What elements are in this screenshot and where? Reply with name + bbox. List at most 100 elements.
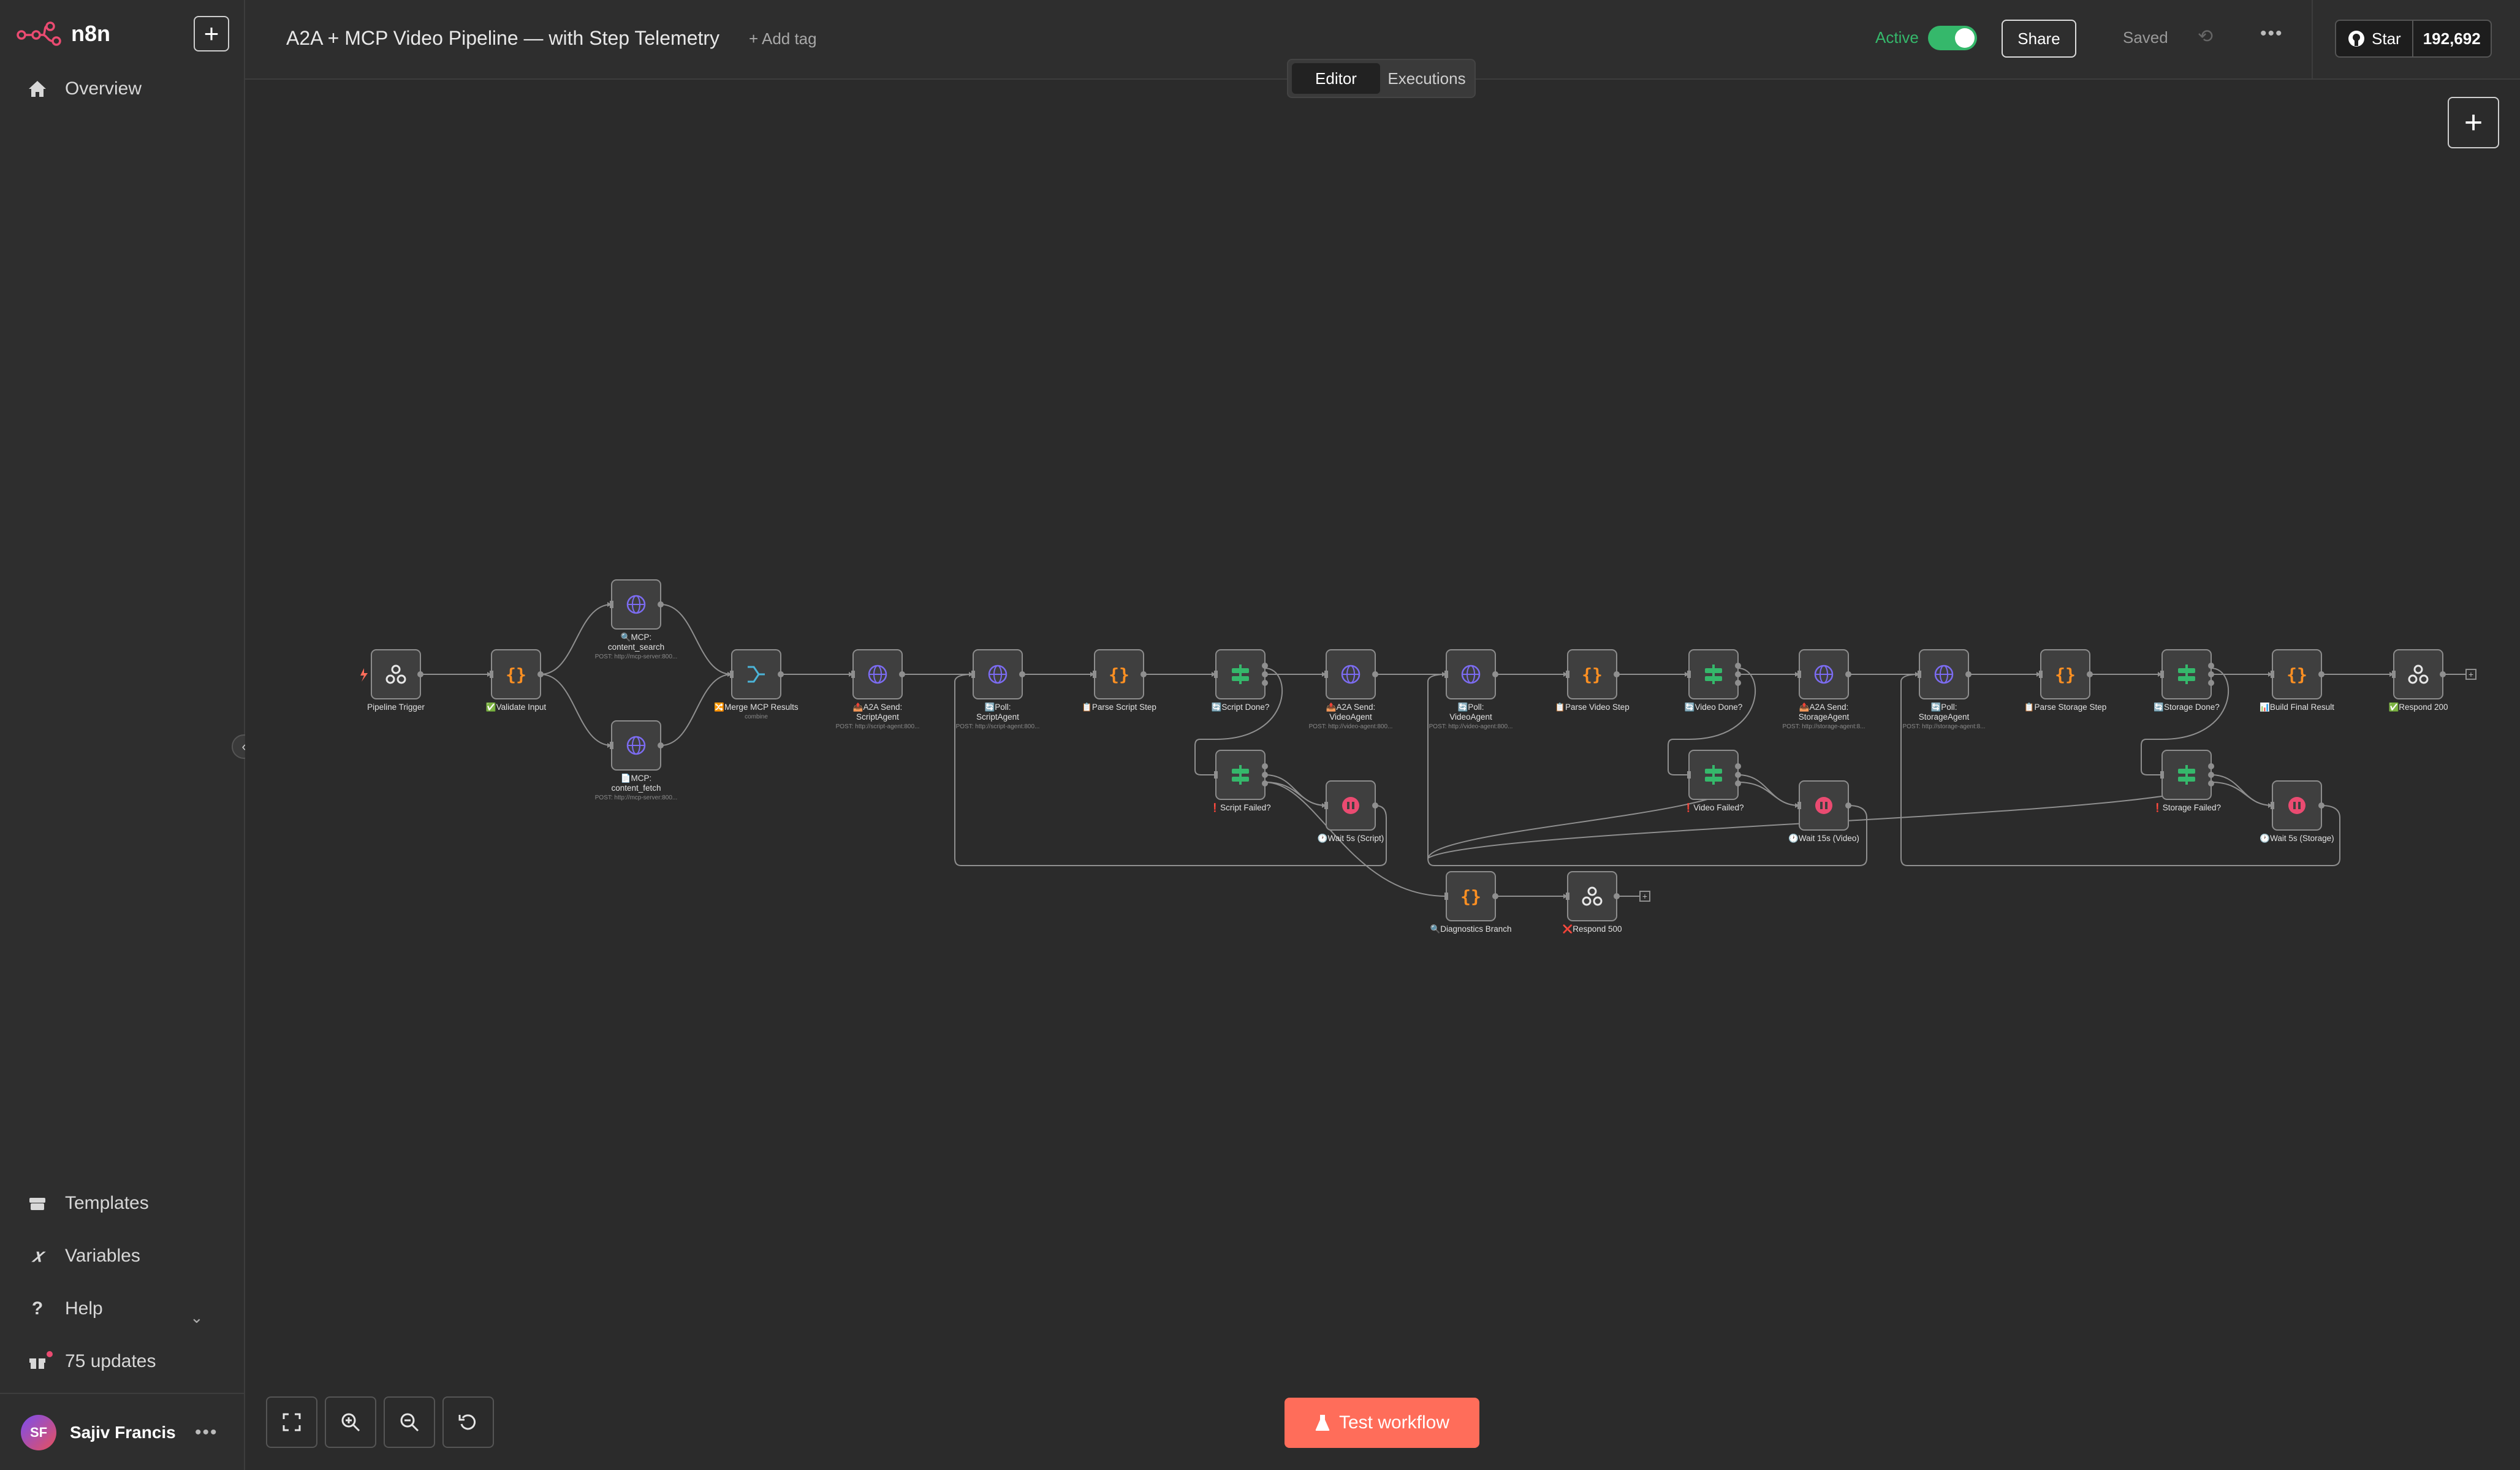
workflow-node-mcp-content-search[interactable]: 🔍MCP:content_searchPOST: http://mcp-serv… (595, 579, 678, 660)
workflow-node-storage-done[interactable]: 🔄Storage Done? (2154, 649, 2220, 712)
workflow-node-wait-5s-storage[interactable]: 🕐Wait 5s (Storage) (2260, 780, 2334, 843)
input-port[interactable] (2271, 671, 2274, 678)
output-port[interactable] (2208, 772, 2214, 778)
workflow-node-video-failed[interactable]: ❗Video Failed? (1683, 750, 1744, 812)
false-port[interactable] (1262, 680, 1268, 686)
input-port[interactable] (971, 671, 975, 678)
input-port[interactable] (1687, 771, 1691, 779)
output-port[interactable] (1845, 802, 1851, 809)
node-box[interactable] (371, 649, 421, 699)
output-port[interactable] (2087, 671, 2093, 677)
input-port[interactable] (1566, 671, 1569, 678)
true-port[interactable] (1735, 763, 1741, 769)
workflow-node-a2a-send-storageagent[interactable]: 📤A2A Send:StorageAgentPOST: http://stora… (1782, 649, 1865, 730)
input-port[interactable] (1918, 671, 1921, 678)
input-port[interactable] (2039, 671, 2043, 678)
output-port[interactable] (1262, 772, 1268, 778)
output-port[interactable] (2318, 802, 2325, 809)
workflow-node-parse-video-step[interactable]: {} 📋Parse Video Step (1555, 649, 1630, 712)
workflow-node-validate-input[interactable]: {} ✅Validate Input (486, 649, 547, 712)
connection[interactable] (540, 604, 612, 675)
reset-zoom-button[interactable] (442, 1396, 494, 1448)
input-port[interactable] (851, 671, 855, 678)
output-port[interactable] (1372, 671, 1378, 677)
input-port[interactable] (730, 671, 734, 678)
false-port[interactable] (2208, 780, 2214, 786)
output-port[interactable] (2208, 671, 2214, 677)
workflow-node-poll-videoagent[interactable]: 🔄Poll:VideoAgentPOST: http://video-agent… (1429, 649, 1513, 730)
connection[interactable] (1264, 774, 1327, 806)
workflow-node-a2a-send-scriptagent[interactable]: 📤A2A Send:ScriptAgentPOST: http://script… (836, 649, 920, 730)
false-port[interactable] (1262, 780, 1268, 786)
workflow-node-video-done[interactable]: 🔄Video Done? (1685, 649, 1743, 712)
false-port[interactable] (2208, 680, 2214, 686)
output-port[interactable] (1965, 671, 1972, 677)
output-port[interactable] (537, 671, 544, 677)
input-port[interactable] (1324, 802, 1328, 809)
input-port[interactable] (1797, 802, 1801, 809)
workflow-node-respond-200[interactable]: ✅Respond 200 (2388, 649, 2448, 712)
workflow-node-parse-script-step[interactable]: {} 📋Parse Script Step (1082, 649, 1156, 712)
connection[interactable] (2211, 774, 2273, 806)
workflow-node-poll-storageagent[interactable]: 🔄Poll:StorageAgentPOST: http://storage-a… (1902, 649, 1986, 730)
workflow-node-a2a-send-videoagent[interactable]: 📤A2A Send:VideoAgentPOST: http://video-a… (1309, 649, 1393, 730)
workflow-node-diagnostics-branch[interactable]: {} 🔍Diagnostics Branch (1430, 871, 1512, 934)
output-port[interactable] (1019, 671, 1025, 677)
input-port[interactable] (1444, 671, 1448, 678)
output-port[interactable] (2318, 671, 2325, 677)
output-port[interactable] (1845, 671, 1851, 677)
zoom-in-button[interactable] (325, 1396, 376, 1448)
output-port[interactable] (658, 742, 664, 748)
input-port[interactable] (2392, 671, 2396, 678)
true-port[interactable] (1262, 663, 1268, 669)
true-port[interactable] (2208, 763, 2214, 769)
output-port[interactable] (1492, 671, 1498, 677)
input-port[interactable] (1566, 893, 1569, 900)
output-port[interactable] (1262, 671, 1268, 677)
workflow-node-build-final-result[interactable]: {} 📊Build Final Result (2260, 649, 2334, 712)
input-port[interactable] (1687, 671, 1691, 678)
false-port[interactable] (1735, 780, 1741, 786)
fit-view-button[interactable] (266, 1396, 317, 1448)
workflow-node-parse-storage-step[interactable]: {} 📋Parse Storage Step (2024, 649, 2107, 712)
workflow-node-poll-scriptagent[interactable]: 🔄Poll:ScriptAgentPOST: http://script-age… (956, 649, 1040, 730)
workflow-node-mcp-content-fetch[interactable]: 📄MCP:content_fetchPOST: http://mcp-serve… (595, 720, 678, 801)
true-port[interactable] (1262, 763, 1268, 769)
connection[interactable] (2211, 782, 2273, 806)
connection[interactable] (1737, 774, 1800, 806)
input-port[interactable] (1444, 893, 1448, 900)
input-port[interactable] (2160, 771, 2164, 779)
input-port[interactable] (1214, 771, 1218, 779)
node-box[interactable] (731, 649, 781, 699)
workflow-node-storage-failed[interactable]: ❗Storage Failed? (2152, 750, 2221, 812)
output-port[interactable] (899, 671, 905, 677)
connection[interactable] (1737, 782, 1800, 806)
output-port[interactable] (1735, 772, 1741, 778)
output-port[interactable] (658, 601, 664, 607)
output-port[interactable] (2440, 671, 2446, 677)
zoom-out-button[interactable] (384, 1396, 435, 1448)
connection[interactable] (1264, 782, 1327, 806)
connection[interactable] (540, 674, 612, 746)
output-port[interactable] (1372, 802, 1378, 809)
input-port[interactable] (2271, 802, 2274, 809)
output-port[interactable] (1735, 671, 1741, 677)
output-port[interactable] (1614, 893, 1620, 899)
workflow-node-merge-mcp-results[interactable]: 🔀Merge MCP Results combine (714, 649, 799, 720)
test-workflow-button[interactable]: Test workflow (1285, 1398, 1479, 1448)
workflow-node-script-failed[interactable]: ❗Script Failed? (1210, 750, 1271, 812)
node-box[interactable] (2393, 649, 2443, 699)
output-port[interactable] (778, 671, 784, 677)
workflow-node-pipeline-trigger[interactable]: Pipeline Trigger (367, 649, 425, 712)
input-port[interactable] (610, 601, 613, 608)
input-port[interactable] (1214, 671, 1218, 678)
workflow-node-wait-5s-script[interactable]: 🕐Wait 5s (Script) (1318, 780, 1384, 843)
input-port[interactable] (1093, 671, 1096, 678)
input-port[interactable] (2160, 671, 2164, 678)
workflow-node-script-done[interactable]: 🔄Script Done? (1212, 649, 1270, 712)
false-port[interactable] (1735, 680, 1741, 686)
workflow-node-respond-500[interactable]: ❌Respond 500 (1562, 871, 1622, 934)
input-port[interactable] (1797, 671, 1801, 678)
workflow-node-wait-15s-video[interactable]: 🕐Wait 15s (Video) (1788, 780, 1859, 843)
true-port[interactable] (1735, 663, 1741, 669)
